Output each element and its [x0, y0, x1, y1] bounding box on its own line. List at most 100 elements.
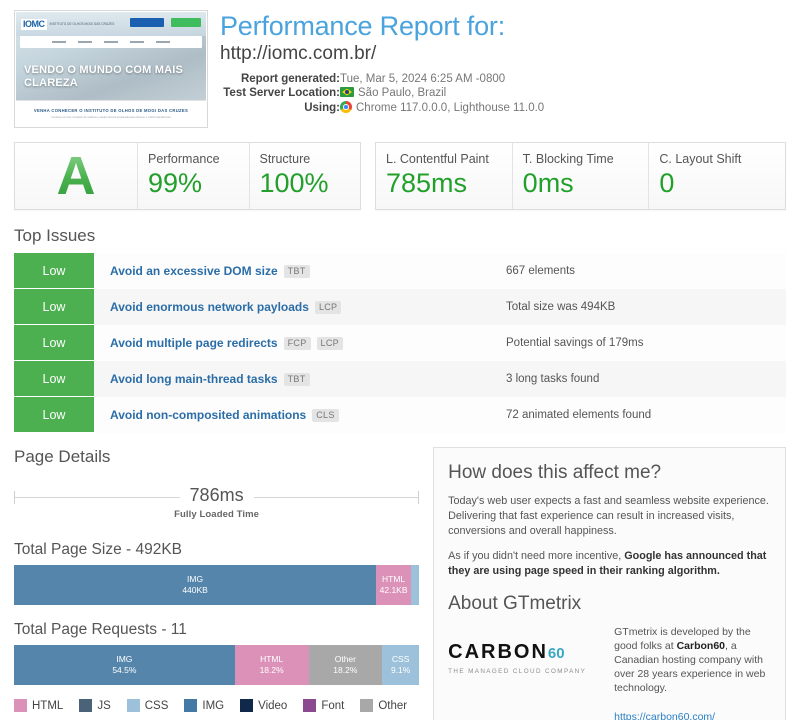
chart-segment-value: 54.5%	[112, 665, 136, 676]
thumbnail-primary-button	[130, 18, 164, 27]
legend-label: CSS	[145, 700, 169, 712]
thumbnail-menu-item	[156, 41, 170, 43]
issue-impact-badge: Low	[14, 397, 94, 433]
top-issues-table: LowAvoid an excessive DOM sizeTBT667 ele…	[14, 253, 786, 433]
chart-segment-value: 42.1KB	[380, 585, 408, 596]
resource-type-legend: HTML JS CSS IMG Video Font Other	[14, 699, 419, 712]
legend-item: HTML	[14, 699, 63, 712]
structure-score-label: Structure	[260, 151, 351, 167]
total-page-size-title: Total Page Size - 492KB	[14, 541, 419, 559]
legend-swatch	[360, 699, 373, 712]
chrome-logo-icon	[340, 101, 352, 113]
report-meta-table: Report generated: Tue, Mar 5, 2024 6:25 …	[220, 72, 786, 115]
web-vitals-group: L. Contentful Paint 785ms T. Blocking Ti…	[375, 142, 786, 210]
issue-link[interactable]: Avoid non-composited animations	[110, 408, 306, 422]
legend-swatch	[79, 699, 92, 712]
legend-label: HTML	[32, 700, 63, 712]
legend-swatch	[127, 699, 140, 712]
chart-segment-value: 440KB	[182, 585, 208, 596]
chart-segment-value: 18.2%	[260, 665, 284, 676]
legend-item: Other	[360, 699, 407, 712]
thumbnail-menu-item	[130, 41, 144, 43]
fully-loaded-time-bar: 786ms Fully Loaded Time	[14, 479, 419, 525]
legend-label: Video	[258, 700, 287, 712]
thumbnail-image: IOMC INSTITUTO DE OLHOS MOGI DAS CRUZES …	[16, 12, 206, 126]
legend-item: CSS	[127, 699, 169, 712]
thumbnail-menu-item	[52, 41, 66, 43]
site-screenshot-thumbnail[interactable]: IOMC INSTITUTO DE OLHOS MOGI DAS CRUZES …	[14, 10, 208, 128]
issue-metric-tag: FCP	[284, 337, 311, 350]
meta-row-using: Using: Chrome 117.0.0.0, Lighthouse 11.0…	[220, 100, 786, 115]
table-row: Low Avoid non-composited animations CLS 72 …	[14, 397, 786, 433]
affect-panel-paragraph-2-lead: As if you didn't need more incentive,	[448, 550, 624, 562]
thumbnail-band-text: Conheça um time completo de médicos e eq…	[51, 116, 171, 119]
performance-score-value: 99%	[148, 167, 239, 199]
about-text-bold: Carbon60	[677, 640, 725, 652]
bottom-columns: Page Details 786ms Fully Loaded Time Tot…	[0, 433, 800, 720]
thumbnail-menu-bar	[20, 36, 202, 48]
page-details-title: Page Details	[14, 447, 419, 467]
meta-value-using: Chrome 117.0.0.0, Lighthouse 11.0.0	[340, 100, 786, 115]
chart-segment: Other18.2%	[309, 645, 383, 685]
legend-item: Font	[303, 699, 344, 712]
legend-swatch	[184, 699, 197, 712]
meta-label-using: Using:	[220, 100, 340, 115]
meta-label-generated: Report generated:	[220, 72, 340, 86]
thumbnail-band-title: VENHA CONHECER O INSTITUTO DE OLHOS DE M…	[34, 108, 188, 113]
meta-location-text: São Paulo, Brazil	[358, 87, 446, 99]
issue-value-cell: 3 long tasks found	[506, 361, 786, 397]
thumbnail-site-nav: IOMC INSTITUTO DE OLHOS MOGI DAS CRUZES	[16, 12, 206, 36]
issue-link[interactable]: Avoid enormous network payloads	[110, 300, 309, 314]
total-page-requests-chart: IMG54.5%HTML18.2%Other18.2%CSS9.1%	[14, 645, 419, 685]
carbon60-link[interactable]: https://carbon60.com/	[614, 711, 715, 720]
issue-name-cell: Avoid long main-thread tasks TBT	[94, 361, 506, 397]
chart-segment-value: 9.1%	[391, 665, 410, 676]
report-header: IOMC INSTITUTO DE OLHOS MOGI DAS CRUZES …	[0, 0, 800, 128]
total-page-requests-title: Total Page Requests - 11	[14, 621, 419, 639]
overall-grade-card: A	[15, 143, 137, 209]
legend-swatch	[14, 699, 27, 712]
issue-name-cell: Avoid multiple page redirectsFCPLCP	[94, 325, 506, 361]
grade-letter: A	[57, 148, 96, 204]
issue-metric-tag: CLS	[312, 409, 338, 422]
chart-segment-name: CSS	[392, 654, 409, 665]
issue-metric-tag: LCP	[315, 301, 341, 314]
issue-name-cell: Avoid an excessive DOM sizeTBT	[94, 253, 506, 289]
cls-value: 0	[659, 167, 775, 199]
grade-and-scores-group: A Performance 99% Structure 100%	[14, 142, 361, 210]
issue-link[interactable]: Avoid an excessive DOM size	[110, 264, 278, 278]
legend-item: Video	[240, 699, 287, 712]
issue-metric-tag: TBT	[284, 373, 310, 386]
chart-segment	[411, 565, 419, 605]
structure-score-card: Structure 100%	[249, 143, 361, 209]
page-details-column: Page Details 786ms Fully Loaded Time Tot…	[14, 447, 419, 720]
performance-score-card: Performance 99%	[137, 143, 249, 209]
carbon60-tagline: THE MANAGED CLOUD COMPANY	[448, 668, 600, 675]
affect-panel-title: How does this affect me?	[448, 462, 771, 484]
issue-link[interactable]: Avoid multiple page redirects	[110, 336, 278, 350]
legend-swatch	[303, 699, 316, 712]
fully-loaded-time-label: Fully Loaded Time	[174, 509, 259, 520]
table-row: LowAvoid an excessive DOM sizeTBT667 ele…	[14, 253, 786, 289]
legend-label: JS	[97, 700, 110, 712]
issue-value-cell: Potential savings of 179ms	[506, 325, 786, 361]
tbt-card: T. Blocking Time 0ms	[512, 143, 649, 209]
chart-segment: HTML18.2%	[235, 645, 309, 685]
legend-item: IMG	[184, 699, 224, 712]
issue-link[interactable]: Avoid long main-thread tasks	[110, 372, 278, 386]
chart-segment: CSS9.1%	[382, 645, 419, 685]
issue-value-cell: 72 animated elements found	[506, 397, 786, 433]
cls-card: C. Layout Shift 0	[648, 143, 785, 209]
chart-segment-value: 18.2%	[333, 665, 357, 676]
thumbnail-lower-band: VENHA CONHECER O INSTITUTO DE OLHOS DE M…	[16, 100, 206, 126]
carbon60-number: 60	[548, 645, 565, 662]
chart-segment-name: IMG	[116, 654, 132, 665]
meta-row-location: Test Server Location: São Paulo, Brazil	[220, 86, 786, 100]
lcp-value: 785ms	[386, 167, 502, 199]
chart-segment-name: IMG	[187, 574, 203, 585]
chart-segment: HTML42.1KB	[376, 565, 411, 605]
top-issues-title: Top Issues	[14, 226, 800, 246]
thumbnail-hero-heading: VENDO O MUNDO COM MAIS CLAREZA	[24, 64, 186, 90]
about-panel-title: About GTmetrix	[448, 593, 771, 615]
report-url[interactable]: http://iomc.com.br/	[220, 42, 786, 66]
